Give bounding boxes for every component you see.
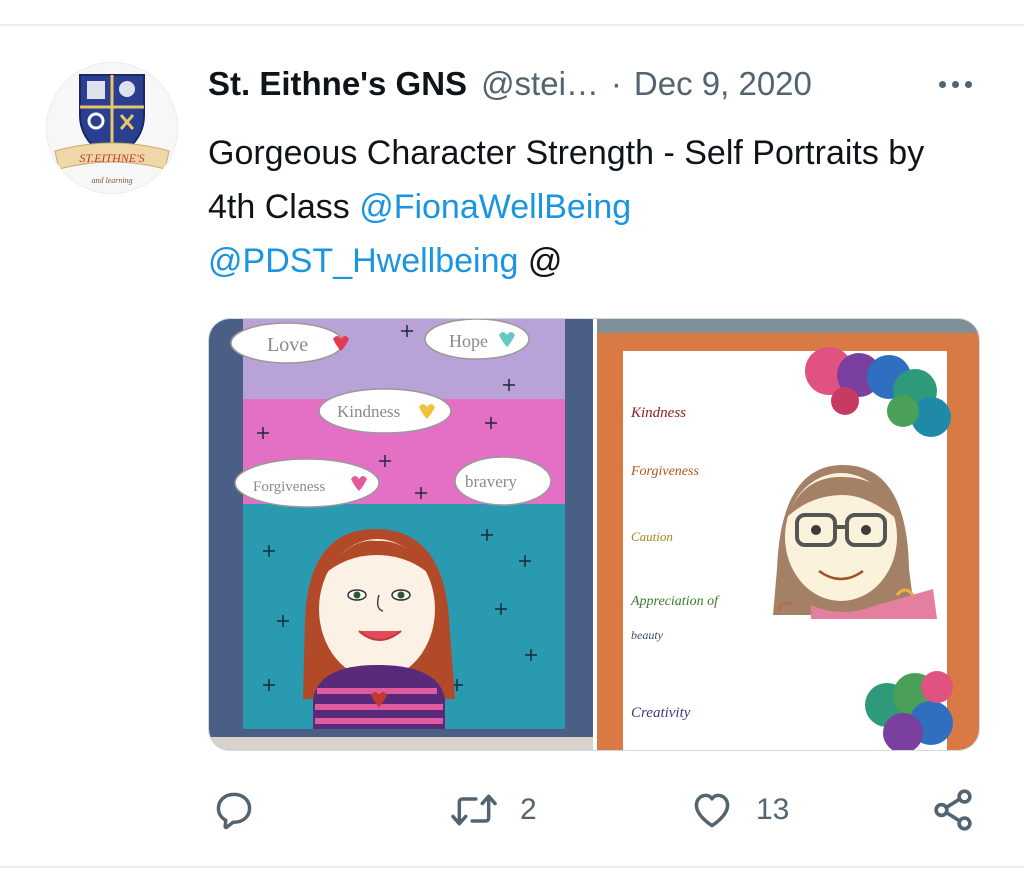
word-forgiveness: Forgiveness	[253, 479, 325, 495]
self-portrait-drawing-2: Kindness Forgiveness Caution Appreciatio…	[597, 319, 979, 750]
more-dot-icon	[951, 80, 959, 88]
author-handle[interactable]: @stei…	[481, 65, 599, 103]
tweet-date[interactable]: Dec 9, 2020	[634, 65, 812, 103]
word-kindness: Kindness	[337, 402, 400, 421]
separator-dot: ·	[610, 65, 622, 102]
trailing-text: @	[527, 242, 563, 280]
share-icon	[934, 789, 972, 831]
author-name[interactable]: St. Eithne's GNS	[208, 65, 467, 103]
like-count: 13	[756, 793, 790, 826]
top-divider	[0, 24, 1024, 26]
retweet-count: 2	[520, 793, 537, 826]
word-bravery: bravery	[465, 472, 517, 491]
more-dot-icon	[964, 80, 972, 88]
photo-left[interactable]: Love Hope Kindness Forgiveness bravery	[209, 319, 593, 750]
media-grid: Love Hope Kindness Forgiveness bravery K…	[208, 318, 980, 751]
tweet-text: Gorgeous Character Strength - Self Portr…	[208, 126, 968, 288]
more-dot-icon	[938, 80, 946, 88]
tweet-actions: 2 13	[0, 780, 1024, 840]
bottom-divider	[0, 866, 1024, 868]
photo-right[interactable]: Kindness Forgiveness Caution Appreciatio…	[597, 319, 979, 750]
retweet-button[interactable]: 2	[450, 780, 537, 840]
heart-icon	[694, 793, 730, 828]
tweet-header: St. Eithne's GNS @stei… · Dec 9, 2020	[208, 62, 812, 106]
reply-button[interactable]	[212, 780, 256, 840]
word-forgiveness-2: Forgiveness	[630, 464, 699, 479]
crest-motto-text: and learning	[91, 176, 132, 185]
word-beauty: beauty	[631, 628, 664, 642]
mention-link[interactable]: @FionaWellBeing	[359, 188, 631, 226]
avatar[interactable]: ST.EITHNE'S and learning	[46, 62, 178, 194]
school-crest-icon: ST.EITHNE'S and learning	[47, 63, 177, 193]
crest-banner-text: ST.EITHNE'S	[79, 151, 144, 165]
retweet-icon	[451, 794, 497, 826]
word-appreciation: Appreciation of	[630, 594, 720, 609]
word-kindness-2: Kindness	[630, 405, 686, 421]
word-creativity: Creativity	[631, 705, 691, 721]
self-portrait-drawing-1: Love Hope Kindness Forgiveness bravery	[209, 319, 593, 750]
word-love: Love	[267, 334, 308, 356]
reply-icon	[216, 792, 252, 830]
mention-link[interactable]: @PDST_Hwellbeing	[208, 242, 518, 280]
like-button[interactable]: 13	[690, 780, 789, 840]
more-options-button[interactable]	[930, 66, 980, 102]
share-button[interactable]	[930, 780, 976, 840]
word-hope: Hope	[449, 331, 488, 351]
word-caution: Caution	[631, 529, 673, 544]
